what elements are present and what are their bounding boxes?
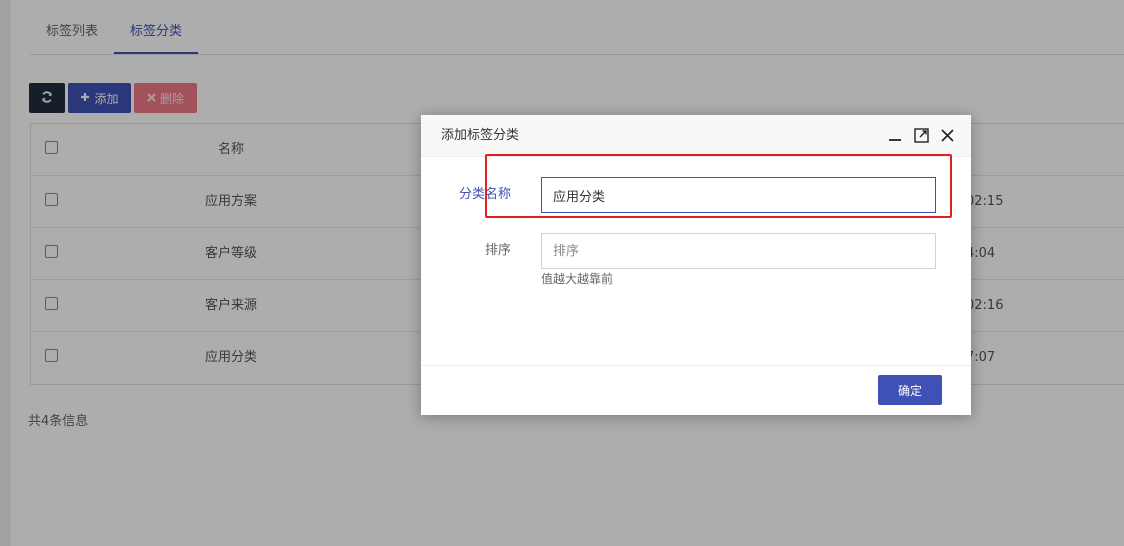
category-name-label: 分类名称 xyxy=(458,187,511,202)
close-icon[interactable] xyxy=(939,127,955,143)
sort-help-text: 值越大越靠前 xyxy=(541,272,614,286)
sort-input[interactable] xyxy=(541,233,936,269)
sort-label: 排序 xyxy=(484,243,511,258)
dialog-header: 添加标签分类 xyxy=(421,115,971,157)
dialog-title: 添加标签分类 xyxy=(441,128,520,143)
maximize-icon[interactable] xyxy=(913,127,929,143)
confirm-button[interactable]: 确定 xyxy=(878,375,942,405)
minimize-icon[interactable] xyxy=(887,127,903,143)
dialog-footer: 确定 xyxy=(421,365,971,415)
add-category-dialog: 添加标签分类 分类名称 排序 值越大越靠前 确定 xyxy=(421,115,971,415)
sort-row: 排序 xyxy=(421,233,971,269)
category-name-row: 分类名称 xyxy=(421,177,971,213)
dialog-window-controls xyxy=(887,127,955,143)
category-name-input[interactable] xyxy=(541,177,936,213)
